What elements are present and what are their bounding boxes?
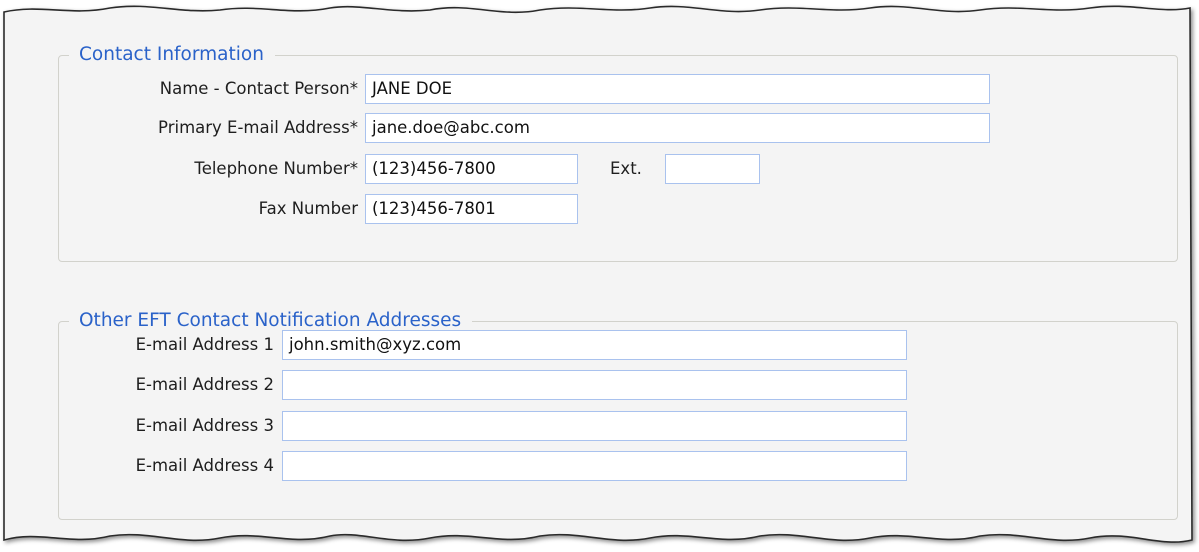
primary-email-field[interactable]: jane.doe@abc.com (365, 113, 990, 143)
other-eft-contact-legend: Other EFT Contact Notification Addresses (79, 310, 462, 331)
contact-information-legend: Contact Information (79, 44, 264, 65)
email-address-4-field[interactable] (282, 451, 907, 481)
email-address-4-label: E-mail Address 4 (135, 456, 274, 475)
telephone-number-label: Telephone Number* (194, 159, 358, 178)
email-address-1-field[interactable]: john.smith@xyz.com (282, 330, 907, 360)
email-address-2-label: E-mail Address 2 (135, 375, 274, 394)
telephone-number-field[interactable]: (123)456-7800 (365, 154, 578, 184)
extension-field[interactable] (665, 154, 760, 184)
screenshot-frame: Contact Information Name - Contact Perso… (0, 0, 1199, 552)
email-address-3-field[interactable] (282, 411, 907, 441)
primary-email-label: Primary E-mail Address* (158, 118, 358, 137)
name-contact-person-field[interactable]: JANE DOE (365, 74, 990, 104)
name-contact-person-label: Name - Contact Person* (159, 79, 358, 98)
extension-label: Ext. (610, 159, 642, 178)
email-address-3-label: E-mail Address 3 (135, 416, 274, 435)
eft-contact-panel: Contact Information Name - Contact Perso… (4, 0, 1191, 552)
email-address-1-label: E-mail Address 1 (135, 335, 274, 354)
fax-number-label: Fax Number (258, 199, 358, 218)
email-address-2-field[interactable] (282, 370, 907, 400)
fax-number-field[interactable]: (123)456-7801 (365, 194, 578, 224)
